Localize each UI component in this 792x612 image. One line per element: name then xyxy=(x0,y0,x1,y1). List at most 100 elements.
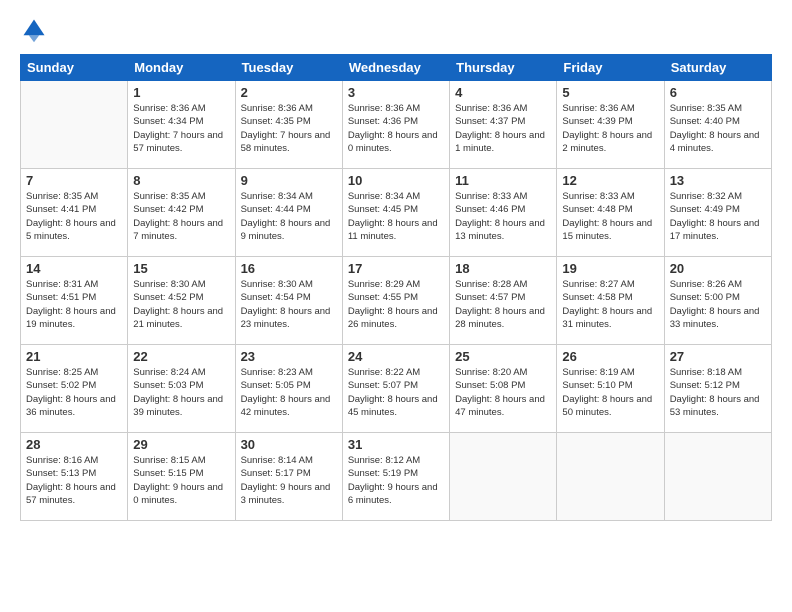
day-number: 11 xyxy=(455,173,551,188)
day-number: 9 xyxy=(241,173,337,188)
day-number: 31 xyxy=(348,437,444,452)
calendar-cell: 6Sunrise: 8:35 AMSunset: 4:40 PMDaylight… xyxy=(664,81,771,169)
calendar-cell: 19 Sunrise: 8:27 AMSunset: 4:58 PMDayligh… xyxy=(557,257,664,345)
day-detail: Sunrise: 8:30 AMSunset: 4:54 PMDaylight:… xyxy=(241,278,337,331)
day-detail: Sunrise: 8:33 AMSunset: 4:46 PMDaylight:… xyxy=(455,190,551,243)
calendar-cell: 21 Sunrise: 8:25 AMSunset: 5:02 PMDayligh… xyxy=(21,345,128,433)
calendar-cell: 3 Sunrise: 8:36 AMSunset: 4:36 PMDaylight… xyxy=(342,81,449,169)
calendar-cell: 25Sunrise: 8:20 AMSunset: 5:08 PMDayligh… xyxy=(450,345,557,433)
day-number: 7 xyxy=(26,173,122,188)
calendar-week-2: 7 Sunrise: 8:35 AMSunset: 4:41 PMDaylight… xyxy=(21,169,772,257)
day-detail: Sunrise: 8:16 AMSunset: 5:13 PMDaylight:… xyxy=(26,454,122,507)
header xyxy=(20,16,772,44)
day-number: 19 xyxy=(562,261,658,276)
day-number: 30 xyxy=(241,437,337,452)
day-detail: Sunrise: 8:25 AMSunset: 5:02 PMDaylight:… xyxy=(26,366,122,419)
day-detail: Sunrise: 8:31 AMSunset: 4:51 PMDaylight:… xyxy=(26,278,122,331)
day-number: 17 xyxy=(348,261,444,276)
day-number: 4 xyxy=(455,85,551,100)
day-detail: Sunrise: 8:36 AMSunset: 4:35 PMDaylight:… xyxy=(241,102,337,155)
page: SundayMondayTuesdayWednesdayThursdayFrid… xyxy=(0,0,792,612)
day-header-friday: Friday xyxy=(557,55,664,81)
calendar-cell: 8Sunrise: 8:35 AMSunset: 4:42 PMDaylight… xyxy=(128,169,235,257)
day-number: 23 xyxy=(241,349,337,364)
day-number: 10 xyxy=(348,173,444,188)
day-detail: Sunrise: 8:35 AMSunset: 4:42 PMDaylight:… xyxy=(133,190,229,243)
day-detail: Sunrise: 8:36 AMSunset: 4:34 PMDaylight:… xyxy=(133,102,229,155)
day-detail: Sunrise: 8:30 AMSunset: 4:52 PMDaylight:… xyxy=(133,278,229,331)
calendar-cell xyxy=(21,81,128,169)
day-detail: Sunrise: 8:27 AMSunset: 4:58 PMDaylight:… xyxy=(562,278,658,331)
calendar-cell: 18Sunrise: 8:28 AMSunset: 4:57 PMDayligh… xyxy=(450,257,557,345)
day-detail: Sunrise: 8:26 AMSunset: 5:00 PMDaylight:… xyxy=(670,278,766,331)
day-number: 24 xyxy=(348,349,444,364)
calendar-week-4: 21 Sunrise: 8:25 AMSunset: 5:02 PMDayligh… xyxy=(21,345,772,433)
calendar-cell: 2Sunrise: 8:36 AMSunset: 4:35 PMDaylight… xyxy=(235,81,342,169)
calendar-cell: 16 Sunrise: 8:30 AMSunset: 4:54 PMDayligh… xyxy=(235,257,342,345)
day-detail: Sunrise: 8:34 AMSunset: 4:44 PMDaylight:… xyxy=(241,190,337,243)
calendar-cell: 20 Sunrise: 8:26 AMSunset: 5:00 PMDayligh… xyxy=(664,257,771,345)
calendar-cell xyxy=(450,433,557,521)
day-detail: Sunrise: 8:36 AMSunset: 4:37 PMDaylight:… xyxy=(455,102,551,155)
calendar-cell: 11 Sunrise: 8:33 AMSunset: 4:46 PMDayligh… xyxy=(450,169,557,257)
day-detail: Sunrise: 8:35 AMSunset: 4:40 PMDaylight:… xyxy=(670,102,766,155)
day-number: 29 xyxy=(133,437,229,452)
day-number: 20 xyxy=(670,261,766,276)
day-number: 16 xyxy=(241,261,337,276)
day-detail: Sunrise: 8:19 AMSunset: 5:10 PMDaylight:… xyxy=(562,366,658,419)
calendar-cell: 4 Sunrise: 8:36 AMSunset: 4:37 PMDaylight… xyxy=(450,81,557,169)
day-detail: Sunrise: 8:33 AMSunset: 4:48 PMDaylight:… xyxy=(562,190,658,243)
day-number: 1 xyxy=(133,85,229,100)
day-number: 5 xyxy=(562,85,658,100)
day-detail: Sunrise: 8:23 AMSunset: 5:05 PMDaylight:… xyxy=(241,366,337,419)
calendar-cell: 13 Sunrise: 8:32 AMSunset: 4:49 PMDayligh… xyxy=(664,169,771,257)
calendar-body: 1 Sunrise: 8:36 AMSunset: 4:34 PMDaylight… xyxy=(21,81,772,521)
day-detail: Sunrise: 8:35 AMSunset: 4:41 PMDaylight:… xyxy=(26,190,122,243)
calendar-cell: 24Sunrise: 8:22 AMSunset: 5:07 PMDayligh… xyxy=(342,345,449,433)
day-detail: Sunrise: 8:32 AMSunset: 4:49 PMDaylight:… xyxy=(670,190,766,243)
calendar-cell: 14 Sunrise: 8:31 AMSunset: 4:51 PMDayligh… xyxy=(21,257,128,345)
day-number: 22 xyxy=(133,349,229,364)
calendar-cell: 17 Sunrise: 8:29 AMSunset: 4:55 PMDayligh… xyxy=(342,257,449,345)
logo xyxy=(20,16,52,44)
calendar-week-3: 14 Sunrise: 8:31 AMSunset: 4:51 PMDayligh… xyxy=(21,257,772,345)
day-header-tuesday: Tuesday xyxy=(235,55,342,81)
day-number: 21 xyxy=(26,349,122,364)
calendar: SundayMondayTuesdayWednesdayThursdayFrid… xyxy=(20,54,772,521)
calendar-cell: 29 Sunrise: 8:15 AMSunset: 5:15 PMDayligh… xyxy=(128,433,235,521)
day-number: 27 xyxy=(670,349,766,364)
day-number: 15 xyxy=(133,261,229,276)
calendar-cell: 5Sunrise: 8:36 AMSunset: 4:39 PMDaylight… xyxy=(557,81,664,169)
calendar-cell: 12 Sunrise: 8:33 AMSunset: 4:48 PMDayligh… xyxy=(557,169,664,257)
day-detail: Sunrise: 8:20 AMSunset: 5:08 PMDaylight:… xyxy=(455,366,551,419)
day-header-saturday: Saturday xyxy=(664,55,771,81)
day-number: 13 xyxy=(670,173,766,188)
calendar-cell xyxy=(557,433,664,521)
day-header-thursday: Thursday xyxy=(450,55,557,81)
day-detail: Sunrise: 8:18 AMSunset: 5:12 PMDaylight:… xyxy=(670,366,766,419)
day-detail: Sunrise: 8:15 AMSunset: 5:15 PMDaylight:… xyxy=(133,454,229,507)
calendar-cell: 31Sunrise: 8:12 AMSunset: 5:19 PMDayligh… xyxy=(342,433,449,521)
day-number: 3 xyxy=(348,85,444,100)
day-header-monday: Monday xyxy=(128,55,235,81)
logo-icon xyxy=(20,16,48,44)
calendar-cell: 1 Sunrise: 8:36 AMSunset: 4:34 PMDaylight… xyxy=(128,81,235,169)
calendar-week-1: 1 Sunrise: 8:36 AMSunset: 4:34 PMDaylight… xyxy=(21,81,772,169)
calendar-header-row: SundayMondayTuesdayWednesdayThursdayFrid… xyxy=(21,55,772,81)
day-number: 14 xyxy=(26,261,122,276)
day-number: 12 xyxy=(562,173,658,188)
day-detail: Sunrise: 8:34 AMSunset: 4:45 PMDaylight:… xyxy=(348,190,444,243)
day-detail: Sunrise: 8:36 AMSunset: 4:36 PMDaylight:… xyxy=(348,102,444,155)
day-number: 26 xyxy=(562,349,658,364)
day-detail: Sunrise: 8:29 AMSunset: 4:55 PMDaylight:… xyxy=(348,278,444,331)
day-detail: Sunrise: 8:24 AMSunset: 5:03 PMDaylight:… xyxy=(133,366,229,419)
calendar-cell: 28Sunrise: 8:16 AMSunset: 5:13 PMDayligh… xyxy=(21,433,128,521)
day-detail: Sunrise: 8:28 AMSunset: 4:57 PMDaylight:… xyxy=(455,278,551,331)
day-header-wednesday: Wednesday xyxy=(342,55,449,81)
calendar-cell: 15 Sunrise: 8:30 AMSunset: 4:52 PMDayligh… xyxy=(128,257,235,345)
calendar-cell xyxy=(664,433,771,521)
day-detail: Sunrise: 8:14 AMSunset: 5:17 PMDaylight:… xyxy=(241,454,337,507)
day-header-sunday: Sunday xyxy=(21,55,128,81)
calendar-cell: 30 Sunrise: 8:14 AMSunset: 5:17 PMDayligh… xyxy=(235,433,342,521)
calendar-cell: 27 Sunrise: 8:18 AMSunset: 5:12 PMDayligh… xyxy=(664,345,771,433)
